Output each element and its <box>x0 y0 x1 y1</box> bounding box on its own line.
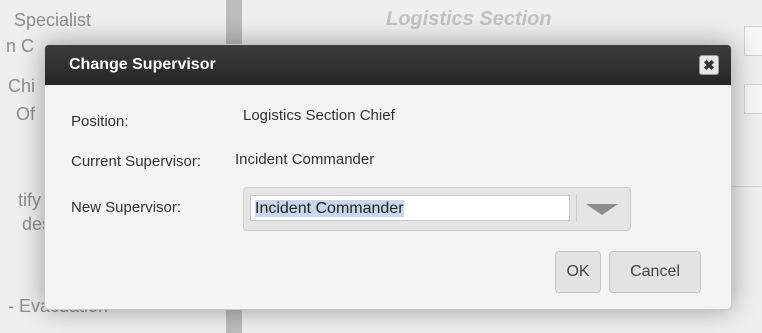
current-supervisor-value: Incident Commander <box>235 151 375 168</box>
bg-input-box <box>744 84 762 114</box>
bg-text-fragment: tify <box>18 190 42 210</box>
close-icon[interactable]: ✖ <box>699 55 719 75</box>
dialog-title: Change Supervisor <box>69 56 216 73</box>
dropdown-separator <box>576 194 577 222</box>
change-supervisor-dialog: Change Supervisor ✖ Position: Logistics … <box>44 44 732 310</box>
new-supervisor-label: New Supervisor: <box>71 199 182 216</box>
cancel-button[interactable]: Cancel <box>609 251 701 293</box>
bg-text-fragment: n C <box>6 36 35 56</box>
bg-text-fragment: Of <box>16 104 36 124</box>
position-label: Position: <box>71 113 129 130</box>
bg-text-fragment: Chi <box>8 76 36 96</box>
bg-input-box <box>744 26 762 56</box>
bg-text-specialist: Specialist <box>14 10 92 30</box>
new-supervisor-select[interactable]: Incident Commander <box>243 187 631 231</box>
selected-text: Incident Commander <box>255 200 404 217</box>
bg-section-title: Logistics Section <box>386 8 552 30</box>
position-value: Logistics Section Chief <box>243 107 395 124</box>
dialog-titlebar: Change Supervisor ✖ <box>45 45 731 85</box>
ok-button[interactable]: OK <box>555 251 601 293</box>
new-supervisor-input[interactable]: Incident Commander <box>250 195 570 221</box>
chevron-down-icon[interactable] <box>586 204 618 215</box>
current-supervisor-label: Current Supervisor: <box>71 153 202 170</box>
